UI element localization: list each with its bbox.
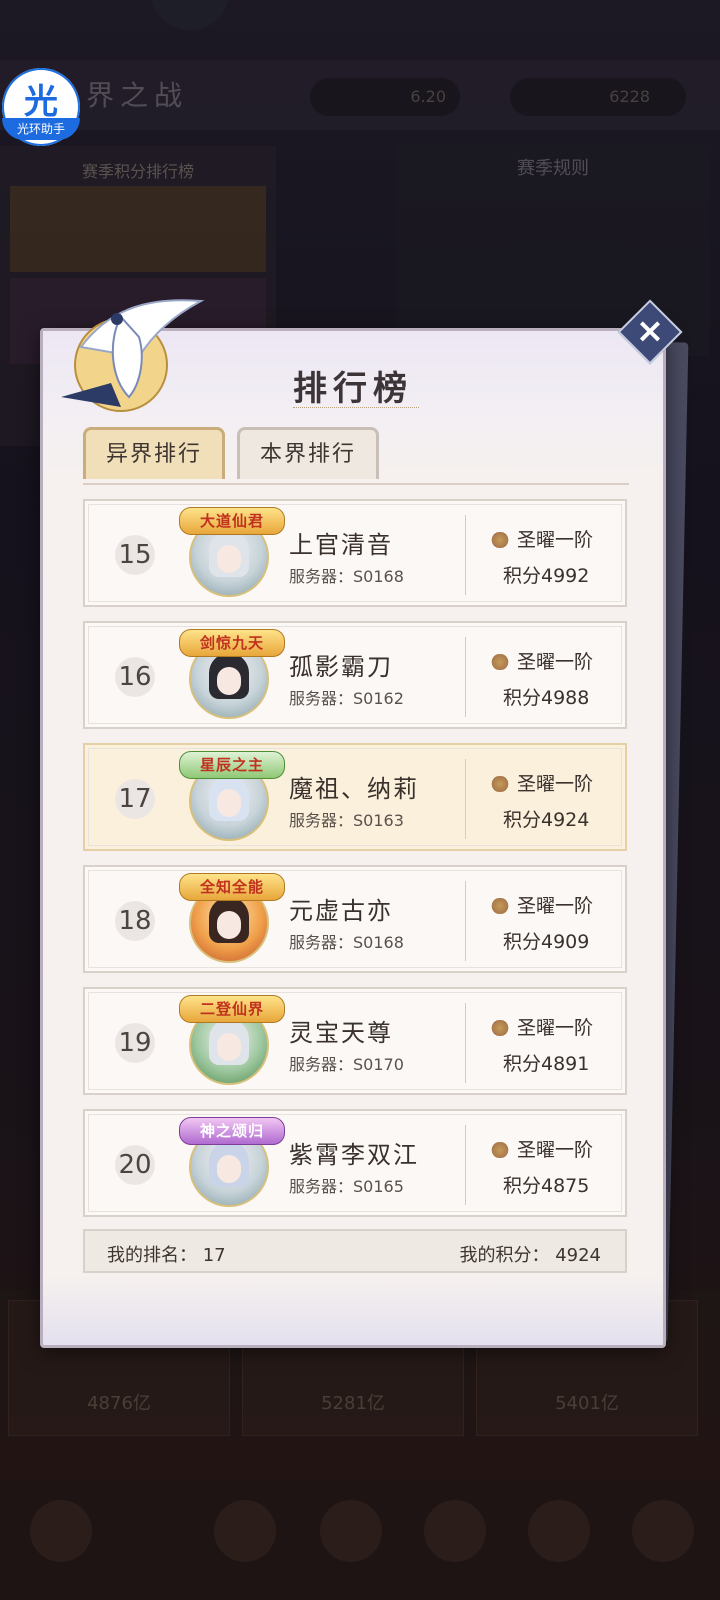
ranking-row[interactable]: 18 全知全能 元虚古亦 服务器：S0168 圣曜一阶 积分4909 xyxy=(83,865,627,973)
player-name: 紫霄李双江 xyxy=(289,1141,419,1169)
player-name: 魔祖、纳莉 xyxy=(289,775,419,803)
tier-text: 圣曜一阶 xyxy=(517,1017,594,1039)
title-badge: 二登仙界 xyxy=(179,995,285,1023)
rank-number: 16 xyxy=(115,657,155,697)
tier-text: 圣曜一阶 xyxy=(517,1139,594,1161)
server-label: 服务器：S0162 xyxy=(289,689,404,708)
row-divider xyxy=(465,515,466,595)
tab-this-realm[interactable]: 本界排行 xyxy=(237,427,379,479)
helper-floating-button[interactable]: 光 光环助手 xyxy=(2,68,80,146)
row-divider xyxy=(465,759,466,839)
score-label: 积分4875 xyxy=(503,1175,590,1197)
score-label: 积分4891 xyxy=(503,1053,590,1075)
rank-number: 19 xyxy=(115,1023,155,1063)
title-badge: 大道仙君 xyxy=(179,507,285,535)
row-divider xyxy=(465,637,466,717)
ranking-row-self[interactable]: 17 星辰之主 魔祖、纳莉 服务器：S0163 圣曜一阶 积分4924 xyxy=(83,743,627,851)
close-icon: × xyxy=(635,311,665,351)
title-badge: 神之颂归 xyxy=(179,1117,285,1145)
tab-other-realm[interactable]: 异界排行 xyxy=(83,427,225,479)
ranking-row[interactable]: 15 大道仙君 上官清音 服务器：S0168 圣曜一阶 积分4992 xyxy=(83,499,627,607)
tier-label: 圣曜一阶 xyxy=(489,525,593,552)
ranking-row[interactable]: 20 神之颂归 紫霄李双江 服务器：S0165 圣曜一阶 积分4875 xyxy=(83,1109,627,1217)
helper-glyph: 光 xyxy=(24,82,58,122)
tier-text: 圣曜一阶 xyxy=(517,651,594,673)
player-name: 灵宝天尊 xyxy=(289,1019,393,1047)
server-label: 服务器：S0168 xyxy=(289,567,404,586)
player-name: 孤影霸刀 xyxy=(289,653,393,681)
tier-label: 圣曜一阶 xyxy=(489,647,593,674)
my-rank: 我的排名： 17 xyxy=(107,1245,226,1266)
dialog-title: 排行榜 xyxy=(293,369,413,409)
tier-icon xyxy=(489,654,511,670)
server-label: 服务器：S0165 xyxy=(289,1177,404,1196)
my-rank-bar: 我的排名： 17 我的积分： 4924 xyxy=(83,1229,627,1273)
tier-text: 圣曜一阶 xyxy=(517,773,594,795)
tier-label: 圣曜一阶 xyxy=(489,1135,593,1162)
tier-label: 圣曜一阶 xyxy=(489,1013,593,1040)
tier-label: 圣曜一阶 xyxy=(489,769,593,796)
player-name: 元虚古亦 xyxy=(289,897,393,925)
tier-icon xyxy=(489,1142,511,1158)
dialog-bottom-wave xyxy=(43,1275,663,1345)
player-name: 上官清音 xyxy=(289,531,393,559)
tier-text: 圣曜一阶 xyxy=(517,895,594,917)
tier-text: 圣曜一阶 xyxy=(517,529,594,551)
score-label: 积分4909 xyxy=(503,931,590,953)
row-divider xyxy=(465,1125,466,1205)
score-label: 积分4992 xyxy=(503,565,590,587)
rank-number: 17 xyxy=(115,779,155,819)
server-label: 服务器：S0163 xyxy=(289,811,404,830)
rank-number: 20 xyxy=(115,1145,155,1185)
title-ornament xyxy=(293,407,419,414)
tier-icon xyxy=(489,776,511,792)
title-badge: 星辰之主 xyxy=(179,751,285,779)
title-badge: 剑惊九天 xyxy=(179,629,285,657)
my-score: 我的积分： 4924 xyxy=(459,1245,601,1266)
tier-icon xyxy=(489,532,511,548)
title-badge: 全知全能 xyxy=(179,873,285,901)
ranking-row[interactable]: 19 二登仙界 灵宝天尊 服务器：S0170 圣曜一阶 积分4891 xyxy=(83,987,627,1095)
leaderboard-dialog: 排行榜 × 异界排行 本界排行 15 大道仙君 上官清音 服务器：S0168 圣… xyxy=(40,299,683,1348)
score-label: 积分4988 xyxy=(503,687,590,709)
tier-icon xyxy=(489,898,511,914)
helper-label: 光环助手 xyxy=(2,118,80,140)
ranking-row[interactable]: 16 剑惊九天 孤影霸刀 服务器：S0162 圣曜一阶 积分4988 xyxy=(83,621,627,729)
rank-number: 15 xyxy=(115,535,155,575)
score-label: 积分4924 xyxy=(503,809,590,831)
tier-label: 圣曜一阶 xyxy=(489,891,593,918)
row-divider xyxy=(465,1003,466,1083)
rank-number: 18 xyxy=(115,901,155,941)
tabs-divider xyxy=(83,483,629,485)
server-label: 服务器：S0170 xyxy=(289,1055,404,1074)
tier-icon xyxy=(489,1020,511,1036)
server-label: 服务器：S0168 xyxy=(289,933,404,952)
row-divider xyxy=(465,881,466,961)
